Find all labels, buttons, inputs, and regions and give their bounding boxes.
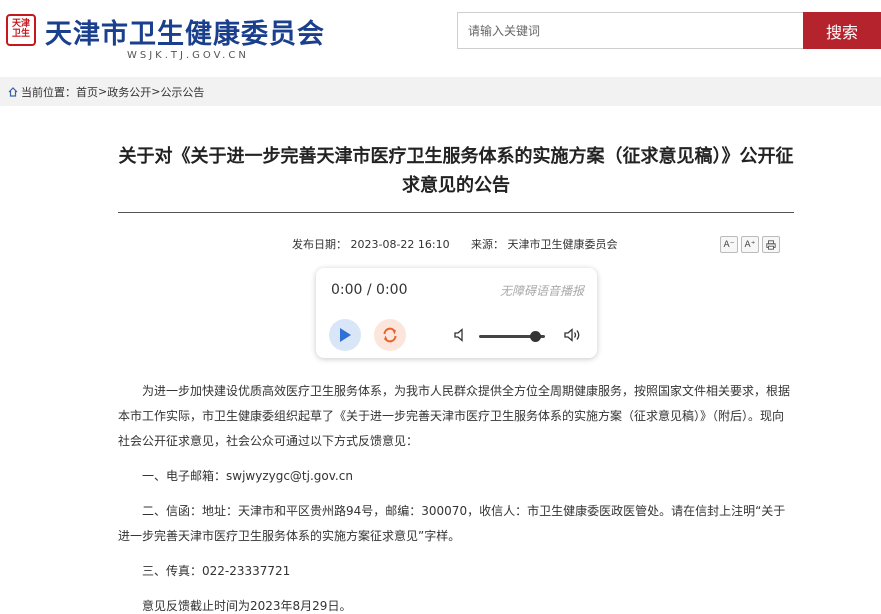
source-value: 天津市卫生健康委员会 bbox=[507, 238, 618, 251]
print-button[interactable] bbox=[762, 236, 780, 253]
volume-high-icon[interactable] bbox=[564, 328, 582, 342]
breadcrumb-item-home[interactable]: 首页 bbox=[76, 84, 98, 100]
volume-low-icon[interactable] bbox=[454, 328, 468, 342]
paragraph-letter: 二、信函：地址：天津市和平区贵州路94号，邮编：300070，收信人：市卫生健康… bbox=[118, 504, 786, 543]
title-divider bbox=[118, 212, 794, 213]
player-time: 0:00 / 0:00 bbox=[331, 282, 408, 298]
font-larger-button[interactable]: A⁺ bbox=[741, 236, 759, 253]
search-input[interactable] bbox=[457, 12, 803, 49]
publish-date-value: 2023-08-22 16:10 bbox=[350, 238, 450, 251]
search-button[interactable]: 搜索 bbox=[803, 12, 881, 49]
paragraph-intro: 为进一步加快建设优质高效医疗卫生服务体系，为我市人民群众提供全方位全周期健康服务… bbox=[118, 384, 791, 448]
breadcrumb-item-notices[interactable]: 公示公告 bbox=[160, 84, 204, 100]
player-caption: 无障碍语音播报 bbox=[499, 284, 584, 298]
loop-button[interactable] bbox=[374, 319, 406, 351]
audio-player: 0:00 / 0:00 无障碍语音播报 bbox=[316, 268, 597, 358]
publish-date-label: 发布日期： bbox=[292, 238, 347, 251]
site-logo[interactable]: 天津卫生 bbox=[6, 14, 36, 46]
site-header: 天津卫生 天津市卫生健康委员会 WSJK.TJ.GOV.CN 搜索 bbox=[0, 0, 881, 77]
home-icon bbox=[8, 86, 18, 97]
publish-date: 发布日期： 2023-08-22 16:10 bbox=[292, 236, 450, 252]
paragraph-fax: 三、传真：022-23337721 bbox=[142, 564, 291, 578]
breadcrumb-separator: > bbox=[98, 85, 108, 98]
play-button[interactable] bbox=[329, 319, 361, 351]
breadcrumb-separator: > bbox=[151, 85, 161, 98]
site-domain: WSJK.TJ.GOV.CN bbox=[127, 50, 249, 61]
breadcrumb: 当前位置： 首页 > 政务公开 > 公示公告 bbox=[0, 77, 881, 106]
paragraph-email: 一、电子邮箱：swjwyzygc@tj.gov.cn bbox=[142, 469, 353, 483]
volume-slider-handle[interactable] bbox=[529, 331, 541, 342]
play-icon bbox=[340, 328, 351, 342]
font-smaller-button[interactable]: A⁻ bbox=[720, 236, 738, 253]
breadcrumb-item-gov-affairs[interactable]: 政务公开 bbox=[107, 84, 151, 100]
site-title[interactable]: 天津市卫生健康委员会 bbox=[45, 12, 325, 51]
loop-icon bbox=[383, 327, 397, 343]
print-icon bbox=[766, 239, 776, 250]
paragraph-deadline: 意见反馈截止时间为2023年8月29日。 bbox=[142, 599, 352, 613]
article-title: 关于对《关于进一步完善天津市医疗卫生服务体系的实施方案（征求意见稿）》公开征求意… bbox=[118, 146, 794, 196]
source-label: 来源： bbox=[471, 238, 504, 251]
article-source: 来源： 天津市卫生健康委员会 bbox=[471, 236, 618, 252]
article-body: 为进一步加快建设优质高效医疗卫生服务体系，为我市人民群众提供全方位全周期健康服务… bbox=[118, 379, 794, 614]
breadcrumb-label: 当前位置： bbox=[21, 85, 76, 99]
